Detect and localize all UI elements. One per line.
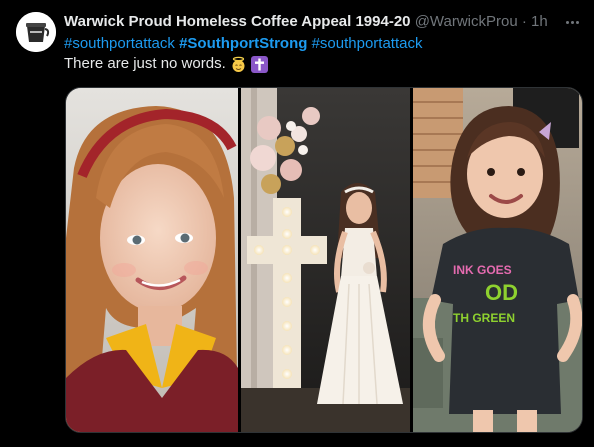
shirt-print-line-1: INK GOES bbox=[453, 263, 512, 277]
user-handle[interactable]: @WarwickProu bbox=[415, 13, 518, 30]
tweet[interactable]: Warwick Proud Homeless Coffee Appeal 199… bbox=[0, 0, 594, 447]
tweet-text: There are just no words. bbox=[64, 54, 268, 74]
school-portrait-photo[interactable] bbox=[66, 88, 238, 432]
more-options-icon[interactable] bbox=[562, 12, 582, 32]
communion-dress-photo[interactable] bbox=[241, 88, 410, 432]
avatar[interactable] bbox=[16, 12, 56, 52]
shirt-print-line-2: OD bbox=[485, 280, 518, 305]
shirt-print-line-3: TH GREEN bbox=[453, 311, 515, 325]
hashtag-link[interactable]: #southportattack bbox=[312, 35, 423, 52]
hashtag-line: #southportattack #SouthportStrong #south… bbox=[64, 34, 422, 54]
timestamp[interactable]: 1h bbox=[531, 13, 548, 30]
media-grid: INK GOES OD TH GREEN bbox=[65, 87, 583, 433]
latin-cross-icon bbox=[250, 55, 268, 73]
coffee-cup-logo-icon bbox=[16, 12, 56, 52]
tweet-header: Warwick Proud Homeless Coffee Appeal 199… bbox=[64, 12, 564, 32]
display-name[interactable]: Warwick Proud Homeless Coffee Appeal 199… bbox=[64, 13, 411, 30]
tweet-text-content: There are just no words. bbox=[64, 55, 226, 72]
hashtag-link[interactable]: #SouthportStrong bbox=[179, 35, 307, 52]
angel-emoji-icon bbox=[230, 56, 247, 73]
hashtag-link[interactable]: #southportattack bbox=[64, 35, 175, 52]
separator: · bbox=[521, 13, 527, 30]
tshirt-photo[interactable]: INK GOES OD TH GREEN bbox=[413, 88, 582, 432]
